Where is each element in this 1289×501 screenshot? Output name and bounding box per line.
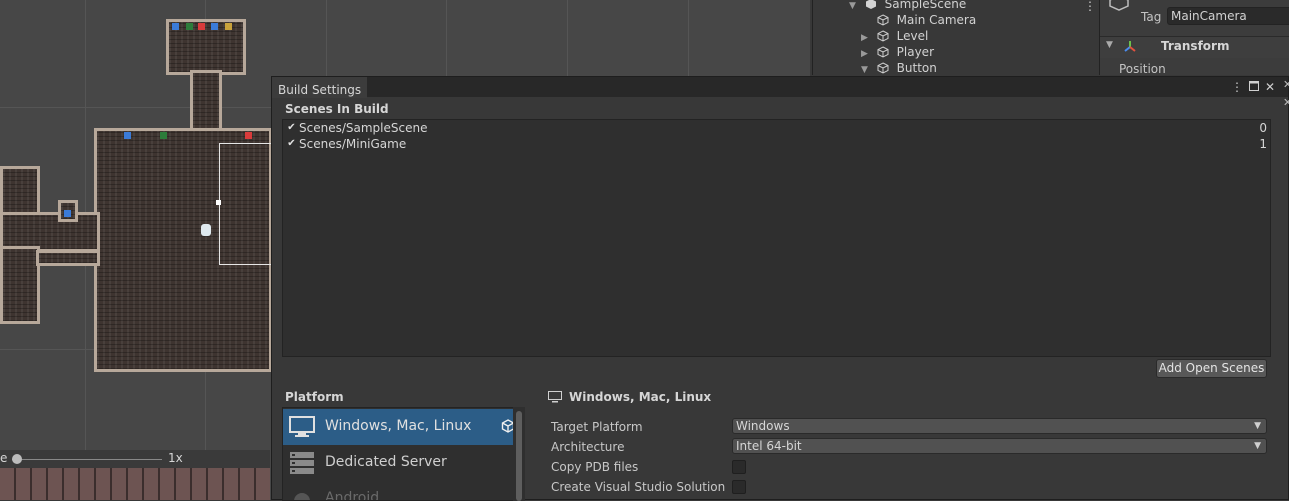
scene-path: Scenes/MiniGame: [299, 137, 407, 151]
dropdown-value: Intel 64-bit: [736, 439, 802, 453]
android-icon: [294, 493, 310, 500]
platform-header: Platform: [285, 390, 344, 404]
platform-list[interactable]: Windows, Mac, Linux Dedicated Server And…: [282, 407, 525, 501]
unity-scene-icon: [865, 0, 876, 9]
zoom-slider-thumb[interactable]: [12, 454, 22, 464]
platform-label: Dedicated Server: [325, 454, 447, 470]
dropdown-value: Windows: [736, 419, 790, 433]
gameobject-cube-icon: [877, 46, 889, 58]
expand-arrow-icon[interactable]: ▼: [849, 0, 861, 14]
gameobject-cube-icon: [877, 14, 889, 26]
player-sprite[interactable]: [201, 224, 211, 236]
banner-icon: [211, 23, 218, 30]
banner-icon: [186, 23, 193, 30]
hierarchy-item-label: SampleScene: [884, 0, 967, 11]
transform-component-header[interactable]: ▼ Transform: [1100, 36, 1289, 58]
banner-icon: [172, 23, 179, 30]
hierarchy-item-samplescene[interactable]: ▼ SampleScene: [849, 0, 966, 12]
platform-item-dedicated-server[interactable]: Dedicated Server: [283, 445, 513, 481]
scrollbar-thumb[interactable]: [516, 411, 522, 501]
hierarchy-item-button[interactable]: ▼ Button: [861, 60, 937, 76]
gameobject-icon: [1109, 0, 1129, 11]
scene-row[interactable]: ✔ Scenes/SampleScene 0: [283, 120, 1270, 136]
gem-icon: [160, 132, 167, 139]
monitor-small-icon: [548, 391, 562, 403]
kebab-menu-icon[interactable]: ⋮: [1229, 79, 1245, 95]
selection-outline[interactable]: [219, 143, 279, 265]
close-icon[interactable]: ✕: [1283, 78, 1289, 91]
platform-label: Windows, Mac, Linux: [325, 418, 472, 434]
inspector-panel: Tag MainCamera ▼ Transform Position: [1099, 0, 1289, 76]
build-settings-tab[interactable]: Build Settings: [272, 77, 368, 98]
position-label: Position: [1119, 62, 1166, 76]
architecture-dropdown[interactable]: Intel 64-bit ▼: [732, 438, 1267, 454]
dungeon-lower-left-room: [0, 246, 40, 324]
hierarchy-item-label: Main Camera: [896, 13, 977, 27]
close-icon[interactable]: ✕: [1262, 79, 1278, 95]
transform-title: Transform: [1161, 39, 1230, 53]
vertical-ellipsis-icon[interactable]: ⋮: [1084, 0, 1096, 13]
scenes-in-build-list[interactable]: ✔ Scenes/SampleScene 0 ✔ Scenes/MiniGame…: [282, 119, 1271, 357]
scene-path: Scenes/SampleScene: [299, 121, 428, 135]
banner-icon: [225, 23, 232, 30]
platform-item-windows-mac-linux[interactable]: Windows, Mac, Linux: [283, 409, 515, 445]
dungeon-lower-corridor: [36, 250, 100, 266]
architecture-label: Architecture: [551, 440, 625, 454]
hierarchy-item-label: Level: [896, 29, 929, 43]
target-platform-label: Target Platform: [551, 420, 643, 434]
hierarchy-item-label: Button: [896, 61, 937, 75]
scene-index: 0: [1259, 121, 1267, 135]
target-platform-dropdown[interactable]: Windows ▼: [732, 418, 1267, 434]
player-spawn-icon: [64, 210, 71, 217]
scene-row[interactable]: ✔ Scenes/MiniGame 1: [283, 136, 1270, 152]
hierarchy-item-player[interactable]: ▶ Player: [861, 44, 934, 60]
scene-include-checkbox[interactable]: ✔: [286, 138, 297, 149]
platform-item-android[interactable]: Android: [283, 481, 513, 501]
scene-toolbar: [0, 450, 270, 468]
zoom-level-label: 1x: [168, 451, 183, 465]
hierarchy-panel: ▼ SampleScene ⋮ Main Camera ▶ Level ▶ Pl…: [812, 0, 1098, 75]
zoom-slider-track[interactable]: [12, 459, 162, 460]
tag-label: Tag: [1141, 10, 1162, 24]
hierarchy-item-main-camera[interactable]: Main Camera: [861, 12, 976, 28]
transform-axes-icon: [1124, 41, 1136, 52]
hierarchy-item-label: Player: [896, 45, 934, 59]
build-settings-window: Build Settings ⋮ ✕ Scenes In Build ✔ Sce…: [271, 76, 1289, 501]
dropdown-caret-icon: ▼: [1254, 421, 1261, 431]
scene-include-checkbox[interactable]: ✔: [286, 122, 297, 133]
gem-icon: [124, 132, 131, 139]
collapse-arrow-icon[interactable]: ▼: [1106, 40, 1113, 50]
add-open-scenes-button[interactable]: Add Open Scenes: [1156, 359, 1267, 378]
selection-handle[interactable]: [216, 200, 221, 205]
gem-icon: [245, 132, 252, 139]
platform-label: Android: [325, 490, 380, 501]
scene-index: 1: [1259, 137, 1267, 151]
close-icon[interactable]: ✕: [1283, 96, 1289, 109]
gameobject-cube-icon: [877, 30, 889, 42]
gameobject-cube-icon: [877, 62, 889, 74]
copy-pdb-checkbox[interactable]: [732, 460, 746, 474]
dropdown-caret-icon: ▼: [1254, 441, 1261, 451]
platform-list-scrollbar[interactable]: [513, 407, 525, 501]
create-vs-solution-checkbox[interactable]: [732, 480, 746, 494]
tile-palette-strip: [0, 468, 270, 500]
scenes-in-build-header: Scenes In Build: [285, 102, 389, 116]
platform-details-title: Windows, Mac, Linux: [569, 390, 712, 404]
tag-dropdown[interactable]: MainCamera: [1167, 7, 1289, 25]
create-vs-solution-label: Create Visual Studio Solution: [551, 480, 726, 494]
hierarchy-item-level[interactable]: ▶ Level: [861, 28, 928, 44]
zoom-prefix-label: e: [0, 451, 8, 465]
monitor-icon: [289, 416, 315, 437]
dungeon-corridor: [190, 70, 222, 136]
maximize-icon[interactable]: [1246, 79, 1262, 95]
window-titlebar[interactable]: [272, 77, 1288, 97]
copy-pdb-label: Copy PDB files: [551, 460, 639, 474]
banner-icon: [198, 23, 205, 30]
server-icon: [290, 452, 314, 474]
